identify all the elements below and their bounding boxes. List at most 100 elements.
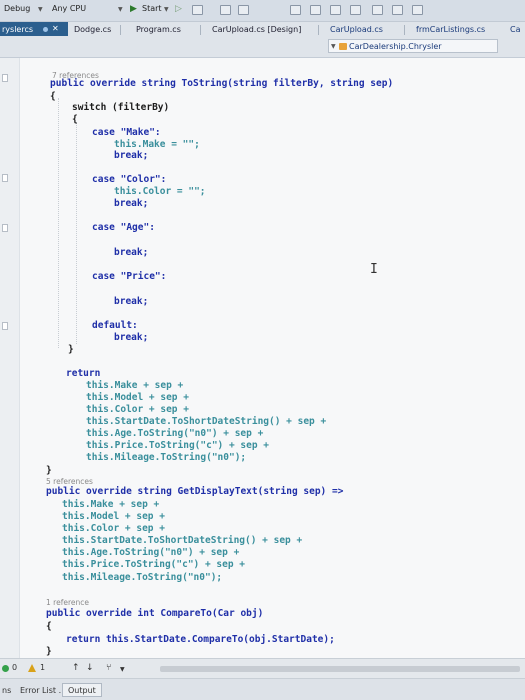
chevron-down-icon[interactable]: ▼ bbox=[38, 6, 43, 13]
code-line: break; bbox=[114, 198, 149, 209]
tab-program[interactable]: Program.cs bbox=[136, 25, 181, 34]
chevron-down-icon[interactable]: ▼ bbox=[118, 6, 123, 13]
tab-frmcarlistings[interactable]: frmCarListings.cs bbox=[416, 25, 485, 34]
warning-count[interactable]: 1 bbox=[40, 663, 45, 672]
collapse-marker[interactable] bbox=[2, 74, 8, 82]
platform-dropdown[interactable]: Any CPU bbox=[52, 4, 86, 13]
start-button[interactable]: Start bbox=[142, 4, 162, 13]
tab-separator bbox=[200, 25, 201, 35]
outdent-icon[interactable] bbox=[372, 5, 383, 15]
bottom-panel-tabs: ns Error List ... Output bbox=[0, 678, 525, 700]
tab-carupload[interactable]: CarUpload.cs bbox=[330, 25, 383, 34]
code-line: this.Age.ToString("n0") + sep + bbox=[86, 428, 264, 439]
toolbar: Debug ▼ Any CPU ▼ ▶ Start ▼ ▷ bbox=[0, 0, 525, 22]
collapse-marker[interactable] bbox=[2, 322, 8, 330]
indent-icon[interactable] bbox=[392, 5, 403, 15]
step-icon[interactable] bbox=[290, 5, 301, 15]
code-line: this.Make + sep + bbox=[62, 499, 160, 510]
editor-margin bbox=[0, 58, 20, 658]
indent-guide bbox=[58, 98, 59, 348]
code-line: this.Mileage.ToString("n0"); bbox=[62, 572, 223, 583]
code-line: public override int CompareTo(Car obj) bbox=[46, 608, 264, 619]
play-icon[interactable]: ▶ bbox=[130, 4, 137, 14]
comment-icon[interactable] bbox=[330, 5, 341, 15]
codelens-references[interactable]: 1 reference bbox=[46, 598, 89, 607]
tab-overflow-left[interactable]: ns bbox=[2, 686, 11, 695]
error-count[interactable]: 0 bbox=[12, 663, 17, 672]
code-line: this.Color = ""; bbox=[114, 186, 206, 197]
tab-chrysler-label[interactable]: ryslercs bbox=[2, 25, 33, 34]
status-bar: 0 1 ↑ ↓ ⑂ ▼ bbox=[0, 658, 525, 678]
bookmark-icon[interactable] bbox=[310, 5, 321, 15]
tab-separator bbox=[404, 25, 405, 35]
code-line: public override string GetDisplayText(st… bbox=[46, 486, 344, 497]
arrow-up-icon[interactable]: ↑ bbox=[72, 663, 80, 673]
tab-error-list[interactable]: Error List ... bbox=[20, 686, 66, 695]
code-line: this.Mileage.ToString("n0"); bbox=[86, 452, 247, 463]
horizontal-scrollbar[interactable] bbox=[160, 666, 520, 672]
tab-separator bbox=[318, 25, 319, 35]
document-tabs: ryslercs ✕ Dodge.cs Program.cs CarUpload… bbox=[0, 22, 525, 58]
member-dropdown[interactable]: ▼ CarDealership.Chrysler bbox=[328, 39, 498, 53]
code-line: this.Make + sep + bbox=[86, 380, 184, 391]
collapse-marker[interactable] bbox=[2, 224, 8, 232]
code-line: this.Price.ToString("c") + sep + bbox=[86, 440, 270, 451]
code-line: { bbox=[72, 114, 78, 125]
code-line: { bbox=[50, 91, 56, 102]
code-line: this.Color + sep + bbox=[62, 523, 165, 534]
code-line: } bbox=[46, 465, 52, 476]
code-line: case "Age": bbox=[92, 222, 155, 233]
codelens-references[interactable]: 5 references bbox=[46, 477, 93, 486]
code-line: this.Model + sep + bbox=[62, 511, 165, 522]
code-line: case "Price": bbox=[92, 271, 167, 282]
indent-guide bbox=[76, 122, 77, 344]
code-line: break; bbox=[114, 296, 149, 307]
pin-icon[interactable] bbox=[43, 27, 48, 32]
code-line: switch (filterBy) bbox=[72, 102, 170, 113]
code-line: return bbox=[66, 368, 101, 379]
tab-separator bbox=[120, 25, 121, 35]
config-dropdown[interactable]: Debug bbox=[4, 4, 30, 13]
code-line: this.Make = ""; bbox=[114, 139, 200, 150]
code-line: case "Make": bbox=[92, 127, 161, 138]
code-line: } bbox=[46, 646, 52, 657]
code-line: } bbox=[68, 344, 74, 355]
code-line: this.Age.ToString("n0") + sep + bbox=[62, 547, 240, 558]
tab-output[interactable]: Output bbox=[68, 686, 96, 695]
code-line: this.Color + sep + bbox=[86, 404, 189, 415]
refresh-icon[interactable] bbox=[192, 5, 203, 15]
chevron-down-icon[interactable]: ▼ bbox=[164, 6, 169, 13]
hot-reload-icon[interactable] bbox=[220, 5, 231, 15]
tab-overflow[interactable]: Ca bbox=[510, 25, 521, 34]
code-line: this.StartDate.ToShortDateString() + sep… bbox=[86, 416, 327, 427]
code-editor[interactable]: 7 references public override string ToSt… bbox=[0, 58, 525, 658]
tab-carupload-design[interactable]: CarUpload.cs [Design] bbox=[212, 25, 301, 34]
member-dropdown-label: CarDealership.Chrysler bbox=[349, 42, 442, 51]
code-line: this.StartDate.ToShortDateString() + sep… bbox=[62, 535, 303, 546]
format-icon[interactable] bbox=[412, 5, 423, 15]
code-line: break; bbox=[114, 150, 149, 161]
error-icon[interactable] bbox=[2, 665, 9, 672]
chevron-down-icon[interactable]: ▼ bbox=[120, 666, 125, 673]
uncomment-icon[interactable] bbox=[350, 5, 361, 15]
branch-icon[interactable]: ⑂ bbox=[106, 663, 111, 673]
keyword: public override string ToString(string f… bbox=[50, 78, 394, 89]
code-line: break; bbox=[114, 247, 149, 258]
code-line: return this.StartDate.CompareTo(obj.Star… bbox=[66, 634, 335, 645]
tab-dodge[interactable]: Dodge.cs bbox=[74, 25, 111, 34]
chevron-down-icon[interactable]: ▼ bbox=[331, 43, 336, 50]
code-line: this.Price.ToString("c") + sep + bbox=[62, 559, 246, 570]
arrow-down-icon[interactable]: ↓ bbox=[86, 663, 94, 673]
text-cursor-icon: I bbox=[370, 262, 378, 277]
code-line: default: bbox=[92, 320, 138, 331]
warning-icon[interactable] bbox=[28, 664, 36, 672]
window-icon[interactable] bbox=[238, 5, 249, 15]
close-icon[interactable]: ✕ bbox=[52, 24, 59, 33]
code-line: case "Color": bbox=[92, 174, 167, 185]
play-outline-icon[interactable]: ▷ bbox=[175, 4, 182, 14]
code-line: { bbox=[46, 621, 52, 632]
code-line: this.Model + sep + bbox=[86, 392, 189, 403]
collapse-marker[interactable] bbox=[2, 174, 8, 182]
class-icon bbox=[339, 43, 347, 50]
code-line: break; bbox=[114, 332, 149, 343]
